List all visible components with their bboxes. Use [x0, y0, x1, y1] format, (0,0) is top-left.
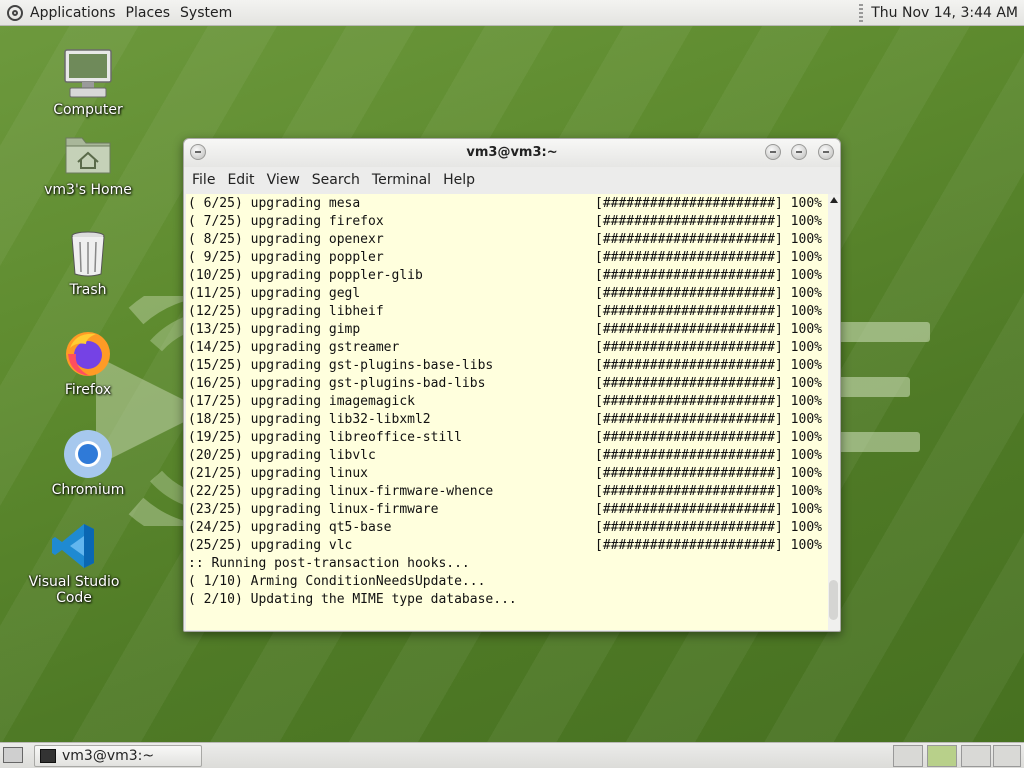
desktop-icon-label: Chromium [51, 482, 125, 498]
desktop-icon-home[interactable]: vm3's Home [28, 128, 148, 198]
desktop-icon-label: vm3's Home [44, 182, 132, 198]
places-menu[interactable]: Places [121, 0, 176, 26]
computer-icon [62, 48, 114, 100]
trash-icon [62, 228, 114, 280]
terminal-line: (21/25) upgrading linux [################… [188, 466, 822, 481]
desktop-icon-computer[interactable]: Computer [28, 48, 148, 118]
window-title: vm3@vm3:~ [466, 145, 558, 160]
close-button[interactable] [818, 144, 834, 160]
top-menu: Applications Places System [0, 0, 237, 26]
taskbar-label: vm3@vm3:~ [62, 748, 155, 764]
bottom-panel: vm3@vm3:~ [0, 742, 1024, 768]
terminal-line: ( 9/25) upgrading poppler [##############… [188, 250, 822, 265]
terminal-line: ( 6/25) upgrading mesa [#################… [188, 196, 822, 211]
workspace-2[interactable] [927, 745, 957, 767]
terminal-icon [40, 749, 56, 763]
terminal-line: (13/25) upgrading gimp [#################… [188, 322, 822, 337]
firefox-icon [62, 328, 114, 380]
scrollbar-thumb[interactable] [829, 580, 838, 620]
terminal-line: (19/25) upgrading libreoffice-still [####… [188, 430, 822, 445]
terminal-line: :: Running post-transaction hooks... [188, 556, 470, 571]
terminal-line: ( 1/10) Arming ConditionNeedsUpdate... [188, 574, 486, 589]
workspace-1[interactable] [893, 745, 923, 767]
menu-file[interactable]: File [186, 172, 221, 188]
terminal-line: (10/25) upgrading poppler-glib [#########… [188, 268, 822, 283]
terminal-line: ( 2/10) Updating the MIME type database.… [188, 592, 517, 607]
terminal-window: vm3@vm3:~ File Edit View Search Terminal… [183, 138, 841, 632]
vscode-icon [48, 520, 100, 572]
top-panel: Applications Places System Thu Nov 14, 3… [0, 0, 1024, 26]
desktop-icon-label: Computer [53, 102, 123, 118]
terminal-line: (23/25) upgrading linux-firmware [#######… [188, 502, 822, 517]
clock[interactable]: Thu Nov 14, 3:44 AM [871, 5, 1018, 21]
applications-menu[interactable]: Applications [25, 0, 121, 26]
desktop-icon-vscode[interactable]: Visual Studio Code [14, 520, 134, 606]
menu-search[interactable]: Search [306, 172, 366, 188]
desktop-icon-label: Firefox [64, 382, 112, 398]
mate-logo-icon[interactable] [7, 4, 23, 21]
maximize-button[interactable] [791, 144, 807, 160]
desktop-icon-label: Visual Studio Code [28, 574, 120, 606]
show-desktop-icon[interactable] [3, 747, 23, 763]
terminal-line: (20/25) upgrading libvlc [###############… [188, 448, 822, 463]
chromium-icon [62, 428, 114, 480]
terminal-line: (14/25) upgrading gstreamer [############… [188, 340, 822, 355]
terminal-scrollbar[interactable] [828, 194, 840, 630]
terminal-line: (22/25) upgrading linux-firmware-whence[… [188, 484, 822, 499]
minimize-button[interactable] [765, 144, 781, 160]
menu-view[interactable]: View [261, 172, 306, 188]
menu-edit[interactable]: Edit [221, 172, 260, 188]
terminal-line: (16/25) upgrading gst-plugins-bad-libs [#… [188, 376, 822, 391]
desktop-icon-chromium[interactable]: Chromium [28, 428, 148, 498]
terminal-line: ( 8/25) upgrading openexr [##############… [188, 232, 822, 247]
window-titlebar[interactable]: vm3@vm3:~ [184, 139, 840, 167]
desktop-icon-trash[interactable]: Trash [28, 228, 148, 298]
terminal-line: (17/25) upgrading imagemagick [##########… [188, 394, 822, 409]
home-folder-icon [62, 128, 114, 180]
terminal-output[interactable]: ( 6/25) upgrading mesa [#################… [186, 194, 828, 630]
terminal-line: (12/25) upgrading libheif [##############… [188, 304, 822, 319]
desktop-icon-firefox[interactable]: Firefox [28, 328, 148, 398]
terminal-line: ( 7/25) upgrading firefox [##############… [188, 214, 822, 229]
terminal-line: (18/25) upgrading lib32-libxml2 [########… [188, 412, 822, 427]
terminal-line: (24/25) upgrading qt5-base [#############… [188, 520, 822, 535]
terminal-line: (15/25) upgrading gst-plugins-base-libs[… [188, 358, 822, 373]
menu-terminal[interactable]: Terminal [366, 172, 437, 188]
window-menubar: File Edit View Search Terminal Help [184, 167, 840, 193]
workspace-4[interactable] [993, 745, 1021, 767]
terminal-line: (25/25) upgrading vlc [##################… [188, 538, 822, 553]
system-menu[interactable]: System [175, 0, 237, 26]
top-panel-right: Thu Nov 14, 3:44 AM [859, 3, 1024, 22]
scroll-up-arrow-icon[interactable] [830, 197, 838, 203]
terminal-line: (11/25) upgrading gegl [#################… [188, 286, 822, 301]
workspace-3[interactable] [961, 745, 991, 767]
taskbar-terminal-button[interactable]: vm3@vm3:~ [34, 745, 202, 767]
menu-help[interactable]: Help [437, 172, 481, 188]
desktop-icon-label: Trash [69, 282, 107, 298]
panel-handle-icon[interactable] [859, 3, 864, 22]
